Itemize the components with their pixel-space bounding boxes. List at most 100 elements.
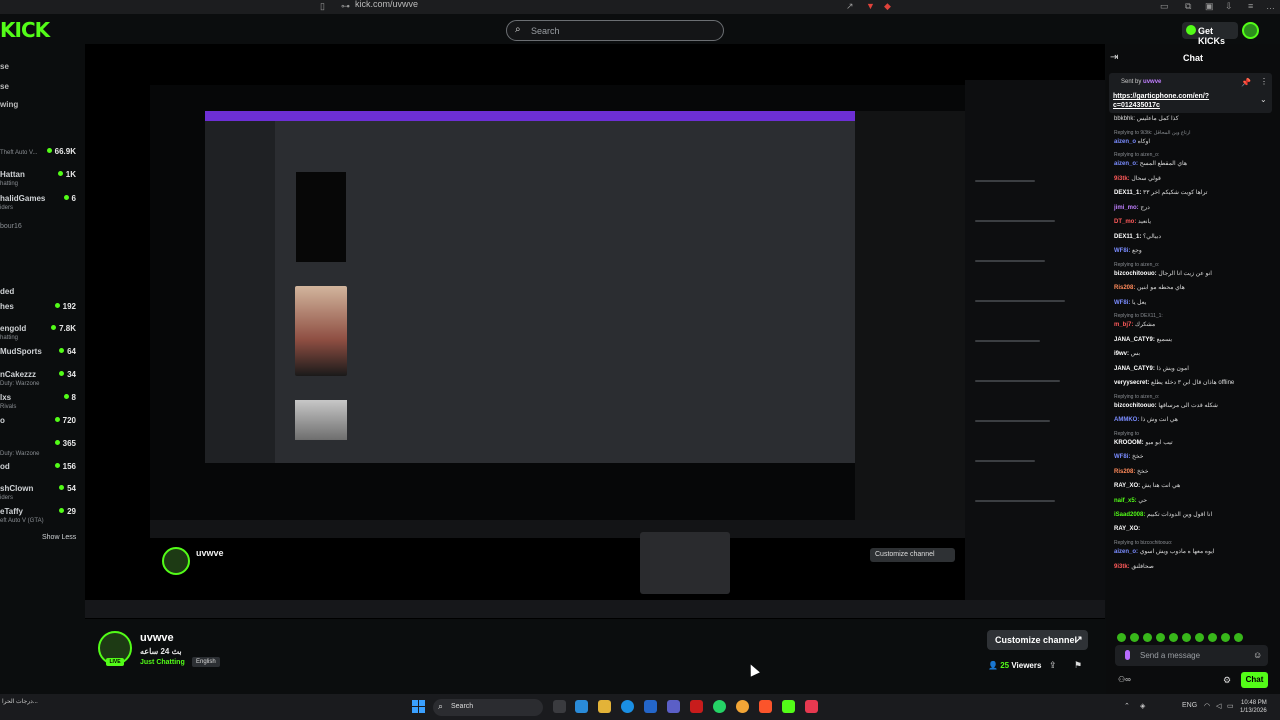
download-icon[interactable]: ⇩: [1225, 1, 1233, 12]
whatsapp-icon[interactable]: [713, 700, 726, 713]
chat-username[interactable]: bizcochitoouo:: [1114, 403, 1157, 409]
chat-message[interactable]: iSaad2008: انا اقول وين الدودات تكبيم: [1114, 511, 1212, 518]
chat-username[interactable]: JANA_CATY9:: [1114, 337, 1155, 343]
sidebar-item-name[interactable]: shClown: [0, 484, 33, 493]
tray-chevron-icon[interactable]: ⌃: [1124, 702, 1130, 710]
report-icon[interactable]: ⚑: [1074, 660, 1082, 671]
brave-icon[interactable]: [759, 700, 772, 713]
brave-icon[interactable]: ▼: [866, 1, 875, 11]
sidebar-item-name[interactable]: bour16: [0, 223, 22, 230]
chat-message[interactable]: bbkbhk: كذا كمل ماعليس: [1114, 115, 1179, 122]
sidebar-item-name[interactable]: halidGames: [0, 194, 45, 203]
chat-message[interactable]: bizcochitoouo: انو عن زيت انا الرجال: [1114, 270, 1212, 277]
chat-username[interactable]: i9wv:: [1114, 351, 1129, 357]
sidebar-item-name[interactable]: o: [0, 416, 5, 425]
chat-username[interactable]: Ris208:: [1114, 285, 1135, 291]
extension-icon[interactable]: ◆: [884, 1, 891, 12]
tray-app-icon[interactable]: ◈: [1140, 702, 1145, 710]
address-bar[interactable]: kick.com/uvwve: [355, 0, 418, 9]
chrome-icon[interactable]: [736, 700, 749, 713]
pin-icon[interactable]: 📌: [1241, 78, 1251, 87]
chat-message[interactable]: RAY_XO:: [1114, 526, 1140, 532]
chat-username[interactable]: iSaad2008:: [1114, 512, 1145, 518]
chat-message[interactable]: naif_x5: حي: [1114, 497, 1147, 504]
chat-message[interactable]: aizen_o اوكاه: [1114, 138, 1150, 145]
category-link[interactable]: Just Chatting: [140, 659, 185, 666]
search-input[interactable]: ⌕ Search: [506, 20, 724, 41]
customize-channel-button[interactable]: Customize channel ↗: [987, 630, 1088, 650]
channel-name[interactable]: uvwve: [140, 632, 174, 644]
chat-tools-icon[interactable]: ⚇∞: [1118, 675, 1131, 684]
chat-message[interactable]: Ris208: هاي محطه مو ابنين: [1114, 284, 1185, 291]
site-info-icon[interactable]: ⊶: [341, 1, 350, 12]
chat-username[interactable]: RAY_XO:: [1114, 483, 1140, 489]
chat-username[interactable]: DEX11_1:: [1114, 234, 1141, 240]
bookmark-icon[interactable]: ▯: [320, 1, 325, 12]
share-icon[interactable]: ↗: [846, 1, 854, 12]
chat-input[interactable]: Send a message ☺: [1115, 645, 1268, 666]
sidebar-nav-item[interactable]: wing: [0, 100, 18, 109]
chat-username[interactable]: jimi_mo:: [1114, 205, 1139, 211]
sidebar-nav-item[interactable]: se: [0, 62, 9, 71]
sidebar-item-name[interactable]: ded: [0, 287, 14, 296]
chat-message[interactable]: RAY_XO: هي انت هنا يش: [1114, 482, 1180, 489]
chat-message[interactable]: KROOOM: تيب ابو ميو: [1114, 439, 1173, 446]
chat-username[interactable]: aizen_o: [1114, 139, 1136, 145]
show-less-button[interactable]: Show Less: [42, 534, 76, 541]
chat-message[interactable]: DEX11_1: تراها كويت شكيكم اخر ٣٣: [1114, 189, 1207, 196]
pinned-link[interactable]: https://garticphone.com/en/?c=012435017c: [1113, 92, 1243, 110]
volume-icon[interactable]: ◁: [1216, 702, 1221, 710]
sidebar-item-name[interactable]: eTaffy: [0, 507, 23, 516]
chat-message[interactable]: JANA_CATY9: امون ويش ذا: [1114, 365, 1189, 372]
chat-username[interactable]: WF8i:: [1114, 248, 1130, 254]
more-options-icon[interactable]: ⋮: [1260, 77, 1268, 86]
windows-start-icon[interactable]: [412, 700, 425, 713]
chat-username[interactable]: WF8i:: [1114, 454, 1130, 460]
chat-username[interactable]: bizcochitoouo:: [1114, 271, 1157, 277]
chat-username[interactable]: WF8i:: [1114, 300, 1130, 306]
app-icon[interactable]: [690, 700, 703, 713]
sidebar-item-name[interactable]: Hattan: [0, 170, 25, 179]
chat-message[interactable]: bizcochitoouo: شكله قدت الى مرساقها: [1114, 402, 1218, 409]
language-indicator[interactable]: ENG: [1182, 702, 1197, 709]
task-view-icon[interactable]: [553, 700, 566, 713]
sidebar-item-name[interactable]: engold: [0, 324, 26, 333]
emote-bar[interactable]: [1117, 629, 1272, 642]
chat-message[interactable]: aizen_o: هاي المقطع المسح: [1114, 160, 1187, 167]
chat-username[interactable]: DEX11_1:: [1114, 190, 1141, 196]
chat-message[interactable]: WF8i: خخخ: [1114, 453, 1143, 460]
chat-message[interactable]: 9i3tk: قولي سحال: [1114, 175, 1161, 182]
chat-message[interactable]: jimi_mo: درج: [1114, 204, 1150, 211]
sidebar-item-name[interactable]: lxs: [0, 393, 11, 402]
chat-message[interactable]: AMMKO: هي انت وش ذا: [1114, 416, 1178, 423]
user-avatar[interactable]: [1242, 22, 1259, 39]
chat-username[interactable]: KROOOM:: [1114, 440, 1144, 446]
chat-username[interactable]: naif_x5:: [1114, 498, 1137, 504]
sidebar-nav-item[interactable]: se: [0, 82, 9, 91]
chat-username[interactable]: JANA_CATY9:: [1114, 366, 1155, 372]
chat-message[interactable]: JANA_CATY9: يسميع: [1114, 336, 1172, 343]
battery-icon[interactable]: ▭: [1227, 702, 1234, 710]
store-icon[interactable]: [644, 700, 657, 713]
kick-logo[interactable]: KICK: [0, 18, 50, 42]
chat-message[interactable]: i9wv: بس: [1114, 350, 1140, 357]
chat-username[interactable]: aizen_o:: [1114, 549, 1138, 555]
sidebar-item-name[interactable]: Theft Auto V...: [0, 150, 37, 156]
chevron-down-icon[interactable]: ⌄: [1260, 95, 1267, 104]
sidebar-item-name[interactable]: nCakezzz: [0, 370, 36, 379]
taskbar-clock[interactable]: 10:48 PM 1/13/2026: [1240, 699, 1267, 715]
chat-message[interactable]: DEX11_1: دبيالي؟: [1114, 233, 1161, 240]
chat-send-button[interactable]: Chat: [1241, 672, 1268, 688]
language-tag[interactable]: English: [192, 657, 220, 667]
get-kicks-button[interactable]: Get KICKs: [1182, 22, 1238, 46]
chat-message[interactable]: m_bj7: مشكرك: [1114, 321, 1155, 328]
chat-message[interactable]: WF8i: يعل يا: [1114, 299, 1146, 306]
emoji-icon[interactable]: ☺: [1253, 650, 1262, 660]
chat-username[interactable]: AMMKO:: [1114, 417, 1139, 423]
copilot-icon[interactable]: [575, 700, 588, 713]
chat-username[interactable]: aizen_o:: [1114, 161, 1138, 167]
weather-widget[interactable]: درجات الحرا...: [2, 698, 38, 705]
chat-message[interactable]: Ris208: خخخ: [1114, 468, 1149, 475]
chat-username[interactable]: RAY_XO:: [1114, 526, 1140, 532]
chat-message[interactable]: WF8i: وجع: [1114, 247, 1142, 254]
